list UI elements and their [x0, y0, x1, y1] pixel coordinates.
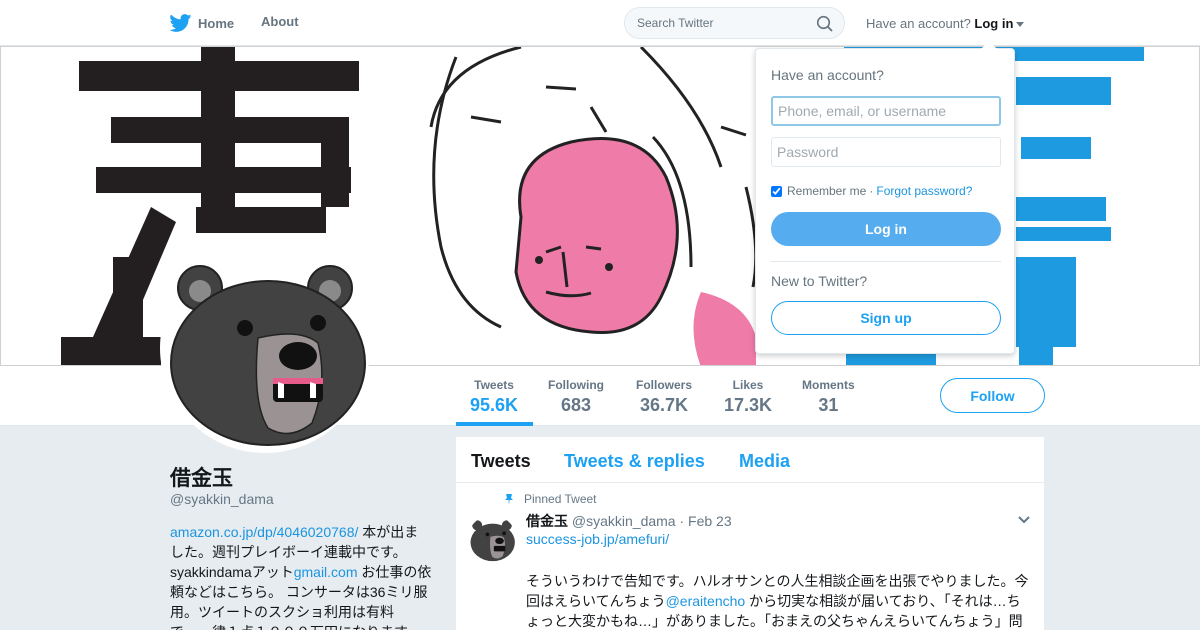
- stat-value: 95.6K: [470, 395, 519, 415]
- tweet-avatar[interactable]: [468, 515, 516, 563]
- stat-value: 36.7K: [639, 395, 689, 415]
- tab-tweets-replies[interactable]: Tweets & replies: [564, 451, 705, 472]
- password-field[interactable]: [771, 137, 1001, 167]
- have-account-label: Have an account?: [866, 16, 971, 31]
- tab-tweets[interactable]: Tweets: [471, 451, 531, 472]
- login-dropdown: Have an account? Remember me · Forgot pa…: [755, 41, 1015, 354]
- profile-display-name[interactable]: 借金玉: [170, 462, 233, 492]
- stat-followers[interactable]: Followers 36.7K: [636, 378, 692, 416]
- remember-me-label: Remember me: [787, 184, 867, 198]
- profile-bio: amazon.co.jp/dp/4046020768/ 本が出ました。週刊プレイ…: [170, 522, 432, 630]
- pinned-label: Pinned Tweet: [524, 492, 597, 506]
- login-menu-toggle[interactable]: Log in: [974, 16, 1025, 31]
- stat-label: Moments: [802, 378, 855, 392]
- search-icon[interactable]: [816, 15, 834, 33]
- remember-me-checkbox[interactable]: [771, 185, 782, 197]
- stat-following[interactable]: Following 683: [548, 378, 604, 416]
- stat-value: 31: [818, 395, 839, 415]
- login-dropdown-title: Have an account?: [771, 67, 884, 83]
- account-prompt: Have an account? Log in: [866, 16, 1025, 31]
- stat-likes[interactable]: Likes 17.3K: [724, 378, 772, 416]
- timeline-tabs: Tweets Tweets & replies Media: [456, 437, 1044, 483]
- profile-avatar[interactable]: [160, 243, 370, 453]
- bio-gmail-link[interactable]: gmail.com: [294, 564, 358, 580]
- stat-label: Tweets: [474, 378, 514, 392]
- stat-label: Likes: [732, 378, 764, 392]
- tweet-header: 借金玉 @syakkin_dama · Feb 23: [526, 511, 732, 531]
- nav-home-label: Home: [198, 15, 235, 31]
- new-to-twitter-label: New to Twitter?: [771, 273, 868, 289]
- dropdown-divider: [771, 261, 1001, 262]
- separator-dot: ·: [869, 184, 874, 198]
- tab-media[interactable]: Media: [739, 451, 790, 472]
- search-input[interactable]: Search Twitter: [624, 7, 845, 39]
- stat-tweets[interactable]: Tweets 95.6K: [470, 378, 518, 416]
- bio-amazon-link[interactable]: amazon.co.jp/dp/4046020768/: [170, 524, 358, 540]
- stat-label: Followers: [636, 378, 693, 392]
- follow-button[interactable]: Follow: [940, 378, 1045, 413]
- stat-label: Following: [548, 378, 604, 392]
- chevron-down-icon[interactable]: [1017, 515, 1031, 525]
- caret-down-icon: [1016, 22, 1025, 28]
- timeline-panel: Tweets Tweets & replies Media Pinned Twe…: [456, 437, 1044, 630]
- remember-row: Remember me · Forgot password?: [771, 184, 972, 198]
- nav-about-link[interactable]: About: [261, 14, 299, 29]
- pinned-tweet-context: Pinned Tweet: [505, 492, 597, 506]
- profile-handle[interactable]: @syakkin_dama: [170, 491, 274, 507]
- search-placeholder: Search Twitter: [637, 16, 714, 30]
- pin-icon: [505, 494, 513, 505]
- top-navigation-bar: Home About Search Twitter Have an accoun…: [0, 0, 1200, 46]
- bear-avatar-image: [468, 515, 516, 563]
- signup-button[interactable]: Sign up: [771, 301, 1001, 335]
- nav-home-link[interactable]: Home: [170, 14, 234, 32]
- tweet-mention-link[interactable]: @eraitencho: [666, 593, 746, 609]
- tweet-link[interactable]: success-job.jp/amefuri/: [526, 531, 669, 547]
- forgot-password-link[interactable]: Forgot password?: [876, 184, 972, 198]
- bear-avatar-image: [170, 265, 366, 446]
- active-stat-indicator: [456, 422, 533, 426]
- tweet-author-name[interactable]: 借金玉: [526, 513, 568, 529]
- stat-value: 683: [560, 395, 592, 415]
- twitter-bird-icon: [170, 14, 192, 32]
- tweet-text: そういうわけで告知です。ハルオサンとの人生相談企画を出張でやりました。今回はえら…: [526, 571, 1034, 630]
- tweet-timestamp[interactable]: · Feb 23: [679, 513, 731, 529]
- stat-moments[interactable]: Moments 31: [802, 378, 855, 416]
- username-field[interactable]: [771, 96, 1001, 126]
- nav-about-label: About: [261, 14, 299, 29]
- login-link-label: Log in: [974, 16, 1014, 31]
- login-submit-button[interactable]: Log in: [771, 212, 1001, 246]
- tweet-author-handle[interactable]: @syakkin_dama: [572, 513, 676, 529]
- stat-value: 17.3K: [724, 395, 773, 415]
